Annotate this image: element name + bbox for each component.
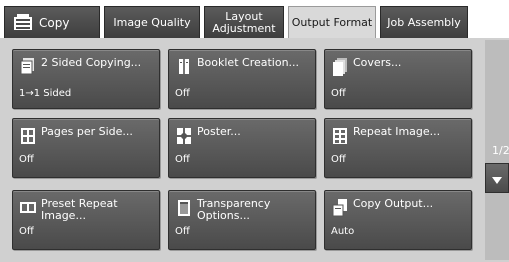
- tab-image-quality-label: Image Quality: [113, 15, 191, 29]
- poster-icon: [176, 127, 192, 145]
- button-value: Off: [175, 226, 190, 237]
- preset-repeat-image-icon: [20, 199, 36, 217]
- tab-output-format-label: Output Format: [291, 15, 373, 29]
- copy-machine-icon: [13, 13, 33, 32]
- copy-output-icon: [332, 199, 348, 217]
- button-value: Off: [331, 88, 346, 99]
- button-label: Repeat Image...: [353, 125, 441, 138]
- button-label: Poster...: [197, 125, 241, 138]
- poster-button[interactable]: Poster... Off: [168, 118, 316, 178]
- tab-image-quality[interactable]: Image Quality: [104, 6, 200, 38]
- covers-icon: [332, 58, 348, 76]
- button-value: Off: [331, 154, 346, 165]
- transparency-icon: [176, 199, 192, 217]
- tab-copy[interactable]: Copy: [4, 6, 100, 38]
- button-value: 1→1 Sided: [19, 88, 72, 99]
- button-value: Off: [19, 154, 34, 165]
- tab-bar: Copy Image Quality Layout Adjustment Out…: [2, 2, 507, 38]
- button-label: Copy Output...: [353, 197, 434, 210]
- button-value: Off: [19, 226, 34, 237]
- transparency-options-button[interactable]: Transparency Options... Off: [168, 190, 316, 250]
- repeat-image-icon: [332, 127, 348, 145]
- covers-button[interactable]: Covers... Off: [324, 49, 472, 109]
- repeat-image-button[interactable]: Repeat Image... Off: [324, 118, 472, 178]
- tab-layout-adjustment[interactable]: Layout Adjustment: [204, 6, 284, 38]
- button-label: Pages per Side...: [41, 125, 133, 138]
- booklet-icon: [176, 58, 192, 76]
- button-label: Transparency Options...: [197, 197, 271, 222]
- button-label: Covers...: [353, 56, 402, 69]
- preset-repeat-image-button[interactable]: Preset Repeat Image... Off: [12, 190, 160, 250]
- triangle-down-icon: [492, 169, 502, 188]
- button-value: Off: [175, 88, 190, 99]
- tab-job-assembly[interactable]: Job Assembly: [380, 6, 468, 38]
- pages-per-side-icon: [20, 127, 36, 145]
- tab-copy-label: Copy: [39, 15, 70, 30]
- button-label: 2 Sided Copying...: [41, 56, 142, 69]
- copy-output-button[interactable]: Copy Output... Auto: [324, 190, 472, 250]
- page-indicator: 1/2: [492, 144, 509, 157]
- two-sided-copying-button[interactable]: 2 Sided Copying... 1→1 Sided: [12, 49, 160, 109]
- pages-per-side-button[interactable]: Pages per Side... Off: [12, 118, 160, 178]
- button-label: Preset Repeat Image...: [41, 197, 118, 222]
- tab-output-format[interactable]: Output Format: [288, 6, 376, 38]
- tab-layout-adjustment-label: Layout Adjustment: [212, 9, 276, 35]
- two-sided-copy-icon: [20, 58, 36, 76]
- scroll-down-button[interactable]: [485, 163, 509, 193]
- booklet-creation-button[interactable]: Booklet Creation... Off: [168, 49, 316, 109]
- button-label: Booklet Creation...: [197, 56, 300, 69]
- button-value: Off: [175, 154, 190, 165]
- tab-job-assembly-label: Job Assembly: [387, 15, 461, 29]
- button-value: Auto: [331, 226, 355, 237]
